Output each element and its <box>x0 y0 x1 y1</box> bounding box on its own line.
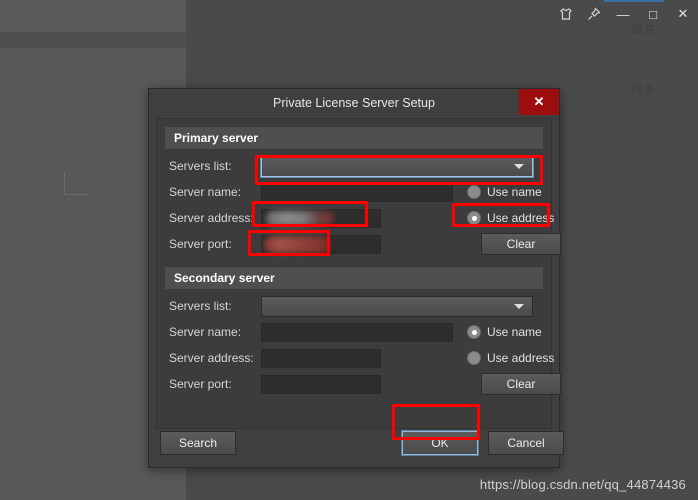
dialog-body: Primary server Servers list: Server name… <box>156 118 561 429</box>
ok-button[interactable]: OK <box>401 430 479 456</box>
primary-use-name-option[interactable]: Use name <box>467 185 542 199</box>
primary-server-group: Primary server <box>157 119 551 149</box>
primary-server-name-label: Server name: <box>169 185 242 199</box>
primary-server-form: Servers list: Server name: Use name Serv… <box>157 149 561 257</box>
primary-server-address-input[interactable] <box>261 208 381 228</box>
radio-icon[interactable] <box>467 185 481 199</box>
secondary-server-address-row: Server address: Use address <box>165 345 554 371</box>
secondary-server-port-input[interactable] <box>261 374 381 394</box>
secondary-server-port-label: Server port: <box>169 377 232 391</box>
chevron-right-icon <box>620 25 625 33</box>
secondary-server-name-label: Server name: <box>169 325 242 339</box>
secondary-use-name-label: Use name <box>487 325 542 339</box>
primary-server-address-row: Server address: Use address <box>165 205 554 231</box>
search-button[interactable]: Search <box>160 431 236 455</box>
primary-use-address-label: Use address <box>487 211 555 225</box>
secondary-server-name-input[interactable] <box>261 322 453 342</box>
secondary-server-port-row: Server port: Clear <box>165 371 561 397</box>
secondary-server-name-row: Server name: Use name <box>165 319 543 345</box>
secondary-use-address-label: Use address <box>487 351 555 365</box>
secondary-server-group: Secondary server <box>157 257 551 289</box>
properties-panel: 填充 线条 <box>606 20 698 98</box>
secondary-servers-list-row: Servers list: <box>165 293 543 319</box>
property-group-fill-label: 填充 <box>631 22 656 37</box>
dialog-title: Private License Server Setup <box>273 95 435 110</box>
primary-servers-list-row: Servers list: <box>165 153 543 179</box>
dialog-titlebar: Private License Server Setup ✕ <box>149 89 559 116</box>
secondary-servers-list-label: Servers list: <box>169 299 232 313</box>
primary-server-port-row: Server port: Clear <box>165 231 561 257</box>
watermark: https://blog.csdn.net/qq_44874436 <box>479 477 686 492</box>
chevron-down-icon <box>514 304 524 309</box>
property-group-fill[interactable]: 填充 <box>606 20 698 38</box>
primary-server-name-row: Server name: Use name <box>165 179 543 205</box>
redacted-address-value <box>266 210 334 226</box>
secondary-server-group-title: Secondary server <box>165 267 543 289</box>
radio-icon[interactable] <box>467 325 481 339</box>
primary-server-group-title: Primary server <box>165 127 543 149</box>
canvas-corner-mark <box>64 172 89 195</box>
primary-server-name-input[interactable] <box>261 182 453 202</box>
garment-icon[interactable] <box>552 1 580 27</box>
secondary-clear-button[interactable]: Clear <box>481 373 561 395</box>
secondary-use-address-option[interactable]: Use address <box>467 351 554 365</box>
primary-servers-list-label: Servers list: <box>169 159 232 173</box>
primary-server-address-label: Server address: <box>169 211 254 225</box>
left-toolbar-panel <box>0 0 186 32</box>
left-panel-divider <box>0 32 186 48</box>
dialog-footer: Search OK Cancel <box>156 429 564 459</box>
primary-servers-list-combobox[interactable] <box>260 154 534 178</box>
chevron-down-icon <box>514 164 524 169</box>
primary-server-port-input[interactable] <box>261 234 381 254</box>
pin-icon[interactable] <box>580 1 608 27</box>
primary-use-address-option[interactable]: Use address <box>467 211 554 225</box>
secondary-server-address-label: Server address: <box>169 351 254 365</box>
secondary-server-form: Servers list: Server name: Use name Serv… <box>157 289 561 397</box>
cancel-button[interactable]: Cancel <box>488 431 564 455</box>
properties-spacer <box>606 38 698 80</box>
property-group-line[interactable]: 线条 <box>606 80 698 98</box>
secondary-use-name-option[interactable]: Use name <box>467 325 542 339</box>
primary-clear-button[interactable]: Clear <box>481 233 561 255</box>
property-group-line-label: 线条 <box>631 82 656 97</box>
private-license-server-setup-dialog: Private License Server Setup ✕ Primary s… <box>148 88 564 468</box>
dialog-close-button[interactable]: ✕ <box>519 89 559 115</box>
radio-icon[interactable] <box>467 351 481 365</box>
radio-icon[interactable] <box>467 211 481 225</box>
secondary-servers-list-combobox[interactable] <box>261 295 533 317</box>
primary-server-port-label: Server port: <box>169 237 232 251</box>
secondary-server-address-input[interactable] <box>261 348 381 368</box>
primary-use-name-label: Use name <box>487 185 542 199</box>
chevron-right-icon <box>620 85 625 93</box>
redacted-port-value <box>264 235 330 253</box>
